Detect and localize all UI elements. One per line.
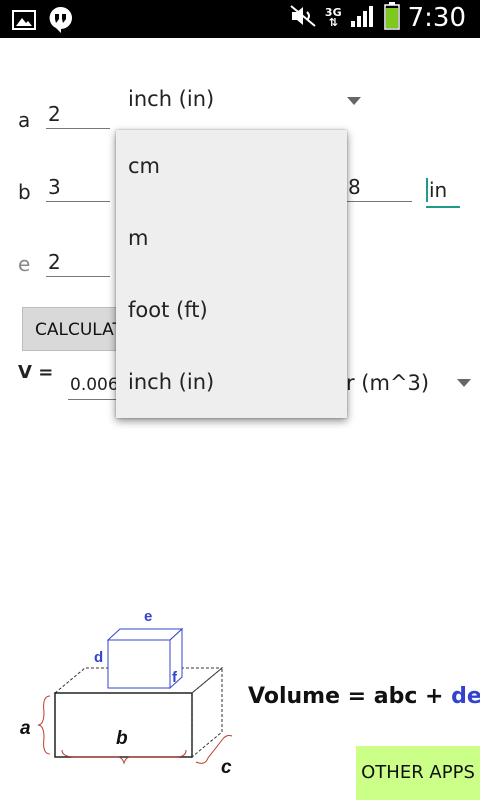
brace-a bbox=[37, 695, 51, 755]
diagram-label-d: d bbox=[94, 649, 103, 666]
dropdown-option-inch[interactable]: inch (in) bbox=[116, 346, 347, 418]
chevron-down-icon[interactable] bbox=[347, 97, 361, 105]
network-type: 3G ⇅ bbox=[325, 7, 342, 29]
label-e: e bbox=[18, 252, 31, 276]
unit-spinner[interactable]: inch (in) bbox=[128, 87, 214, 111]
input-hidden-value[interactable]: 8 bbox=[346, 172, 412, 202]
diagram-label-c: c bbox=[221, 757, 232, 778]
diagram-label-e: e bbox=[144, 608, 152, 625]
result-chevron-down-icon[interactable] bbox=[457, 379, 471, 387]
diagram-label-a: a bbox=[20, 718, 31, 739]
result-unit-spinner[interactable]: r (m^3) bbox=[346, 371, 429, 395]
volume-formula: Volume = abc + def bbox=[248, 684, 480, 709]
status-left-icons bbox=[12, 6, 74, 38]
unit-input[interactable]: in bbox=[426, 172, 460, 208]
input-e[interactable]: 2 bbox=[46, 247, 110, 277]
label-b: b bbox=[18, 180, 31, 204]
dropdown-option-cm[interactable]: cm bbox=[116, 130, 347, 202]
unit-dropdown: cm m foot (ft) inch (in) bbox=[116, 130, 347, 418]
battery-icon bbox=[383, 2, 400, 34]
data-arrows-icon: ⇅ bbox=[328, 16, 338, 29]
hangouts-icon bbox=[48, 6, 74, 38]
status-bar: 3G ⇅ 7:30 bbox=[0, 0, 480, 38]
large-box-side bbox=[191, 666, 223, 759]
status-right-icons: 3G ⇅ 7:30 bbox=[289, 2, 466, 34]
input-a[interactable]: 2 bbox=[46, 99, 110, 129]
other-apps-button[interactable]: OTHER APPS bbox=[356, 746, 480, 800]
unit-input-text: in bbox=[429, 178, 448, 202]
small-box-front bbox=[107, 639, 171, 689]
dropdown-option-foot[interactable]: foot (ft) bbox=[116, 274, 347, 346]
signal-icon bbox=[350, 4, 376, 32]
formula-def: def bbox=[451, 684, 480, 709]
diagram-label-b: b bbox=[116, 728, 128, 749]
label-a: a bbox=[18, 108, 31, 132]
small-box-top bbox=[106, 628, 184, 641]
text-cursor bbox=[426, 178, 428, 202]
volume-diagram: e d f a b c bbox=[20, 608, 233, 778]
clock: 7:30 bbox=[407, 3, 466, 33]
result-value: 0.006 bbox=[68, 370, 120, 400]
result-label: V = bbox=[18, 362, 54, 383]
formula-prefix: Volume = abc + bbox=[248, 684, 452, 709]
input-b[interactable]: 3 bbox=[46, 172, 110, 202]
image-icon bbox=[12, 9, 36, 35]
dropdown-option-m[interactable]: m bbox=[116, 202, 347, 274]
mute-icon bbox=[289, 4, 317, 32]
